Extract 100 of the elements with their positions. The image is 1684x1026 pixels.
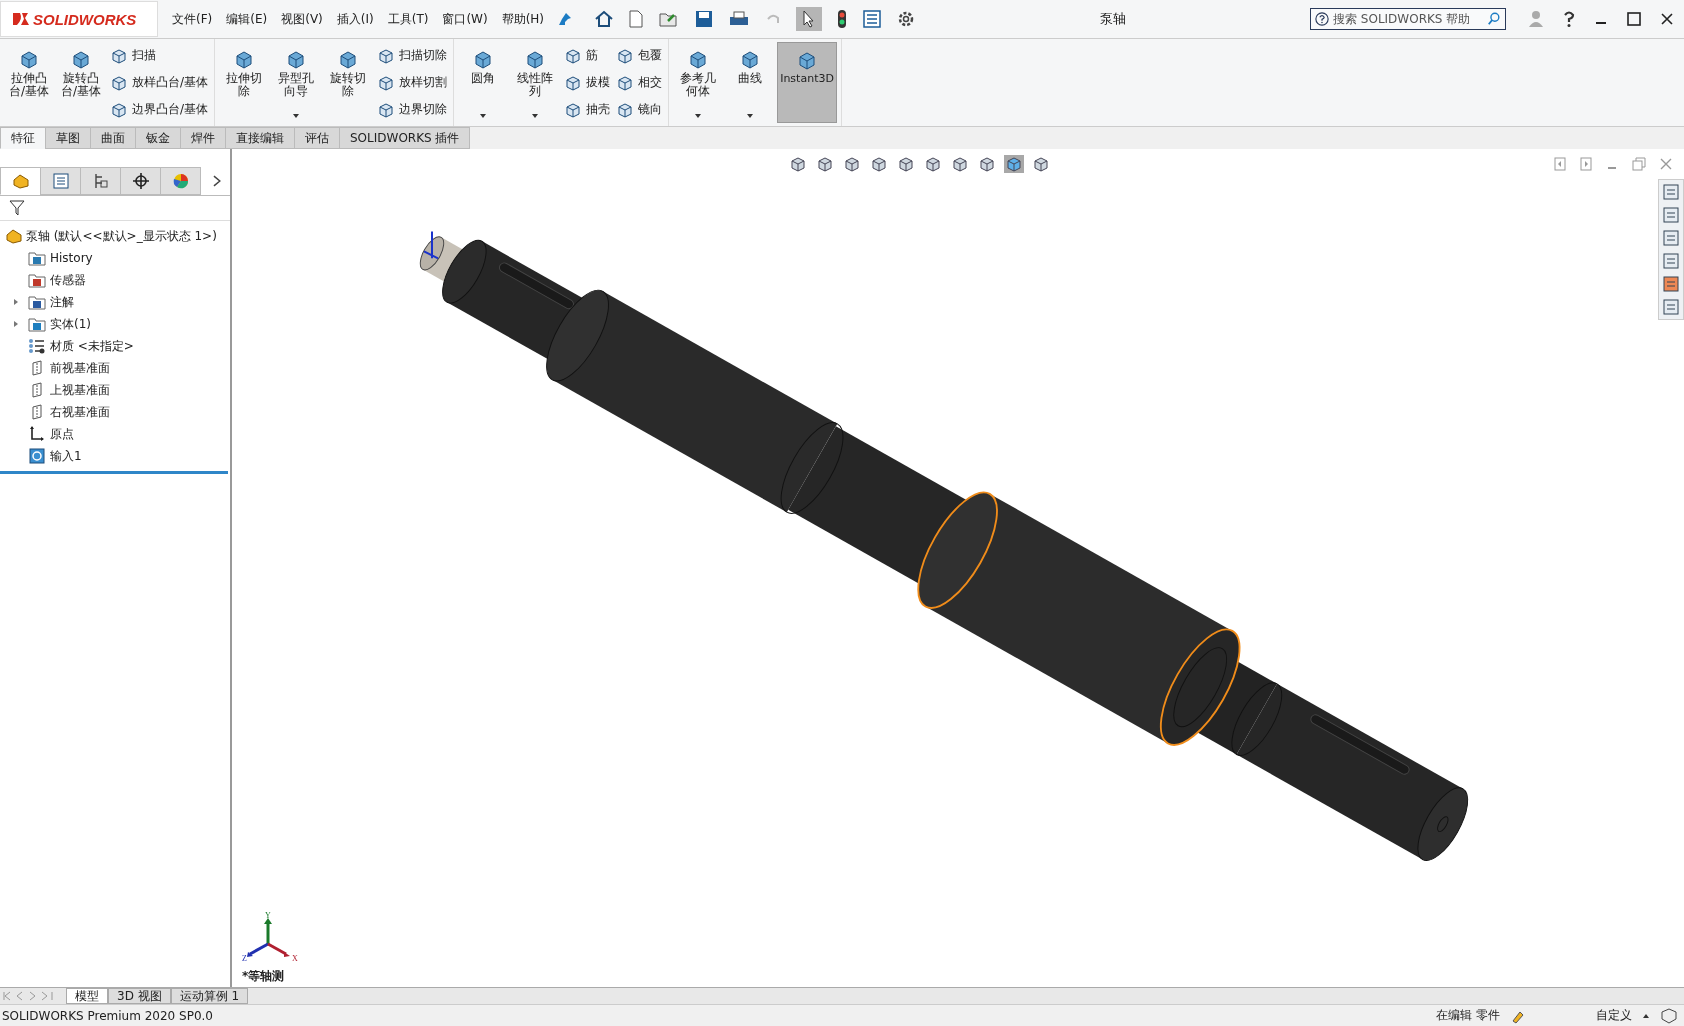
view-tool-icon[interactable] [950, 155, 970, 173]
ribbon-button[interactable]: 圆角 [458, 42, 509, 123]
tile-left-icon[interactable] [1554, 157, 1566, 171]
ribbon-button[interactable]: 镜向 [614, 100, 665, 119]
command-tab[interactable]: 评估 [294, 127, 340, 149]
ribbon-button[interactable]: 曲线 [725, 42, 776, 123]
ribbon-button[interactable]: 旋转凸台/基体 [56, 42, 106, 123]
pin-icon[interactable] [558, 12, 573, 26]
caret-icon[interactable] [531, 113, 540, 119]
tree-item[interactable]: 前视基准面 [50, 359, 110, 377]
ribbon-button[interactable]: 放样切割 [375, 73, 450, 92]
view-tool-icon[interactable] [869, 155, 889, 173]
solid-body-icon [28, 448, 46, 464]
caret-icon[interactable] [479, 113, 488, 119]
maximize-icon[interactable] [1626, 11, 1642, 27]
tree-item[interactable]: 材质 <未指定> [50, 337, 134, 355]
dimxpert-tab[interactable] [120, 167, 162, 195]
new-document-icon[interactable] [628, 9, 645, 29]
command-tab[interactable]: 曲面 [90, 127, 136, 149]
ribbon-button[interactable]: 筋 [562, 46, 613, 65]
task-pane-icon[interactable] [1661, 228, 1681, 248]
document-tab[interactable]: 3D 视图 [108, 988, 171, 1004]
task-pane-icon[interactable] [1661, 274, 1681, 294]
tree-item[interactable]: 上视基准面 [50, 381, 110, 399]
search-field[interactable]: 搜索 SOLIDWORKS 帮助 [1310, 8, 1506, 30]
view-cube-icon[interactable] [1004, 155, 1024, 173]
select-pointer-icon[interactable] [796, 7, 823, 31]
tree-item[interactable]: 原点 [50, 425, 74, 443]
home-icon[interactable] [594, 9, 615, 29]
menu-item[interactable]: 插入(I) [336, 10, 374, 28]
command-tab[interactable]: 焊件 [180, 127, 226, 149]
product-version: SOLIDWORKS Premium 2020 SP0.0 [2, 1008, 213, 1023]
task-pane-icon[interactable] [1661, 205, 1681, 225]
tile-right-icon[interactable] [1580, 157, 1592, 171]
close-icon[interactable] [1660, 12, 1674, 26]
ribbon-button[interactable]: 扫描 [108, 46, 211, 65]
ribbon-button[interactable]: 异型孔向导 [271, 42, 322, 123]
property-manager-tab[interactable] [40, 167, 82, 195]
document-tab[interactable]: 模型 [66, 988, 108, 1004]
menu-item[interactable]: 文件(F) [172, 10, 213, 28]
ribbon-button[interactable]: 拔模 [562, 73, 613, 92]
tree-item[interactable]: History [50, 251, 93, 265]
caret-icon[interactable] [1642, 1012, 1650, 1019]
command-tab[interactable]: SOLIDWORKS 插件 [339, 127, 471, 149]
view-tool-icon[interactable] [977, 155, 997, 173]
tree-item[interactable]: 传感器 [50, 271, 86, 289]
expand-arrow-icon[interactable] [12, 320, 20, 328]
command-tab[interactable]: 草图 [45, 127, 91, 149]
view-tool-icon[interactable] [1031, 155, 1051, 173]
ribbon-button[interactable]: 拉伸切除 [219, 42, 270, 123]
ribbon-button[interactable]: 边界切除 [375, 100, 450, 119]
caret-icon[interactable] [746, 113, 755, 119]
help-question-icon[interactable] [1562, 10, 1576, 28]
save-icon[interactable] [694, 9, 715, 29]
command-tab[interactable]: 钣金 [135, 127, 181, 149]
command-tab[interactable]: 特征 [0, 127, 46, 149]
feature-manager-tab[interactable] [0, 167, 42, 195]
task-pane-icon[interactable] [1661, 297, 1681, 317]
traffic-light-icon[interactable] [836, 9, 849, 29]
view-tool-icon[interactable] [788, 155, 808, 173]
ribbon-button[interactable]: 拉伸凸台/基体 [4, 42, 54, 123]
menu-item[interactable]: 编辑(E) [226, 10, 268, 28]
ribbon-button[interactable]: 线性阵列 [510, 42, 561, 123]
menu-item[interactable]: 窗口(W) [442, 10, 488, 28]
configuration-manager-tab[interactable] [80, 167, 122, 195]
menu-item[interactable]: 帮助(H) [501, 10, 545, 28]
tree-item[interactable]: 右视基准面 [50, 403, 110, 421]
ribbon-button[interactable]: 抽壳 [562, 100, 613, 119]
view-tool-icon[interactable] [896, 155, 916, 173]
view-tool-icon[interactable] [815, 155, 835, 173]
ribbon-button[interactable]: Instant3D [777, 42, 838, 123]
window-title: 泵轴 [1099, 10, 1127, 28]
expand-arrow-icon[interactable] [12, 298, 20, 306]
tree-item[interactable]: 注解 [50, 293, 74, 311]
ribbon-button[interactable]: 旋转切除 [323, 42, 374, 123]
tree-item[interactable]: 实体(1) [50, 315, 91, 333]
document-tab[interactable]: 运动算例 1 [170, 988, 249, 1004]
tree-item[interactable]: 输入1 [50, 447, 82, 465]
appearance-tab[interactable] [160, 167, 202, 195]
ribbon-button[interactable]: 放样凸台/基体 [108, 73, 211, 92]
menu-item[interactable]: 工具(T) [387, 10, 429, 28]
view-tool-icon[interactable] [842, 155, 862, 173]
ribbon-button[interactable]: 相交 [614, 73, 665, 92]
ribbon-button[interactable]: 参考几何体 [673, 42, 724, 123]
view-tool-icon[interactable] [923, 155, 943, 173]
task-pane-icon[interactable] [1661, 251, 1681, 271]
caret-icon[interactable] [292, 113, 301, 119]
unit-system[interactable]: 自定义 [1596, 1007, 1632, 1024]
caret-icon[interactable] [694, 113, 703, 119]
ribbon-button[interactable]: 包覆 [614, 46, 665, 65]
list-options-icon[interactable] [862, 9, 883, 29]
command-tab[interactable]: 直接编辑 [225, 127, 295, 149]
menu-item[interactable]: 视图(V) [281, 10, 323, 28]
solidworks-logo[interactable]: SOLIDWORKS [0, 1, 158, 37]
tree-item[interactable]: 泵轴 (默认<<默认>_显示状态 1>) [0, 225, 230, 247]
chevron-right-icon[interactable] [212, 174, 222, 188]
task-pane-icon[interactable] [1661, 182, 1681, 202]
ribbon-button[interactable]: 边界凸台/基体 [108, 100, 211, 119]
ribbon-button[interactable]: 扫描切除 [375, 46, 450, 65]
filter-icon[interactable] [8, 199, 26, 217]
